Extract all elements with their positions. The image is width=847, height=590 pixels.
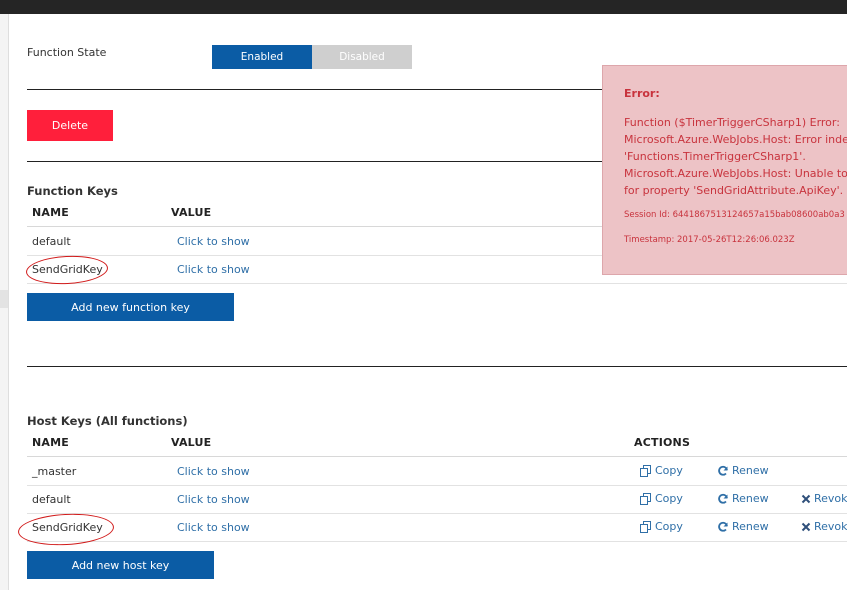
error-message-line: 'Functions.TimerTriggerCSharp1'.	[624, 150, 806, 163]
refresh-icon	[718, 465, 728, 476]
close-icon	[801, 522, 811, 531]
error-session-id: Session Id: 6441867513124657a15bab08600a…	[624, 210, 845, 220]
copy-label: Copy	[655, 464, 683, 477]
host-key-name: default	[32, 493, 71, 506]
copy-icon	[640, 492, 651, 505]
add-function-key-button[interactable]: Add new function key	[27, 293, 234, 321]
error-message-line: Microsoft.Azure.WebJobs.Host: Unable to …	[624, 167, 847, 180]
function-key-name: default	[32, 235, 71, 248]
refresh-icon	[718, 521, 728, 532]
error-message-line: Function ($TimerTriggerCSharp1) Error:	[624, 116, 840, 129]
header-divider	[27, 456, 847, 457]
copy-button[interactable]: Copy	[640, 464, 683, 477]
function-keys-value-header: VALUE	[171, 206, 212, 219]
row-divider	[27, 485, 847, 486]
revoke-button[interactable]: Revok	[801, 520, 847, 533]
function-key-show-link[interactable]: Click to show	[177, 263, 250, 276]
renew-button[interactable]: Renew	[717, 492, 769, 505]
copy-label: Copy	[655, 520, 683, 533]
copy-icon	[640, 464, 651, 477]
annotation-circle	[17, 511, 115, 548]
host-key-name: _master	[32, 465, 77, 478]
host-keys-name-header: NAME	[32, 436, 69, 449]
error-message: Function ($TimerTriggerCSharp1) Error: M…	[624, 114, 847, 199]
row-divider	[27, 283, 847, 284]
renew-label: Renew	[732, 520, 769, 533]
delete-button[interactable]: Delete	[27, 110, 113, 141]
host-keys-title: Host Keys (All functions)	[27, 414, 188, 428]
function-keys-name-header: NAME	[32, 206, 69, 219]
renew-label: Renew	[732, 492, 769, 505]
annotation-circle	[25, 253, 109, 287]
revoke-label: Revok	[814, 520, 847, 533]
revoke-button[interactable]: Revok	[801, 492, 847, 505]
host-keys-actions-header: ACTIONS	[634, 436, 691, 449]
refresh-icon	[718, 493, 728, 504]
copy-button[interactable]: Copy	[640, 520, 683, 533]
renew-label: Renew	[732, 464, 769, 477]
left-panel-edge	[0, 14, 9, 590]
host-key-show-link[interactable]: Click to show	[177, 465, 250, 478]
copy-icon	[640, 520, 651, 533]
disabled-toggle-button[interactable]: Disabled	[312, 45, 412, 69]
error-timestamp: Timestamp: 2017-05-26T12:26:06.023Z	[624, 235, 795, 245]
host-key-show-link[interactable]: Click to show	[177, 493, 250, 506]
copy-button[interactable]: Copy	[640, 492, 683, 505]
host-keys-value-header: VALUE	[171, 436, 212, 449]
function-key-show-link[interactable]: Click to show	[177, 235, 250, 248]
error-title: Error:	[624, 87, 660, 100]
row-divider	[27, 513, 847, 514]
error-message-line: for property 'SendGridAttribute.ApiKey'.	[624, 184, 844, 197]
function-keys-title: Function Keys	[27, 184, 118, 198]
close-icon	[801, 494, 811, 503]
add-host-key-button[interactable]: Add new host key	[27, 551, 214, 579]
renew-button[interactable]: Renew	[717, 520, 769, 533]
copy-label: Copy	[655, 492, 683, 505]
divider	[27, 366, 847, 367]
error-message-line: Microsoft.Azure.WebJobs.Host: Error inde…	[624, 133, 847, 146]
error-notification: Error: Function ($TimerTriggerCSharp1) E…	[602, 65, 847, 275]
function-state-label: Function State	[27, 46, 107, 59]
enabled-toggle-button[interactable]: Enabled	[212, 45, 312, 69]
renew-button[interactable]: Renew	[717, 464, 769, 477]
top-bar	[0, 0, 847, 14]
revoke-label: Revok	[814, 492, 847, 505]
row-divider	[27, 541, 847, 542]
host-key-show-link[interactable]: Click to show	[177, 521, 250, 534]
left-panel-marker	[0, 290, 8, 308]
